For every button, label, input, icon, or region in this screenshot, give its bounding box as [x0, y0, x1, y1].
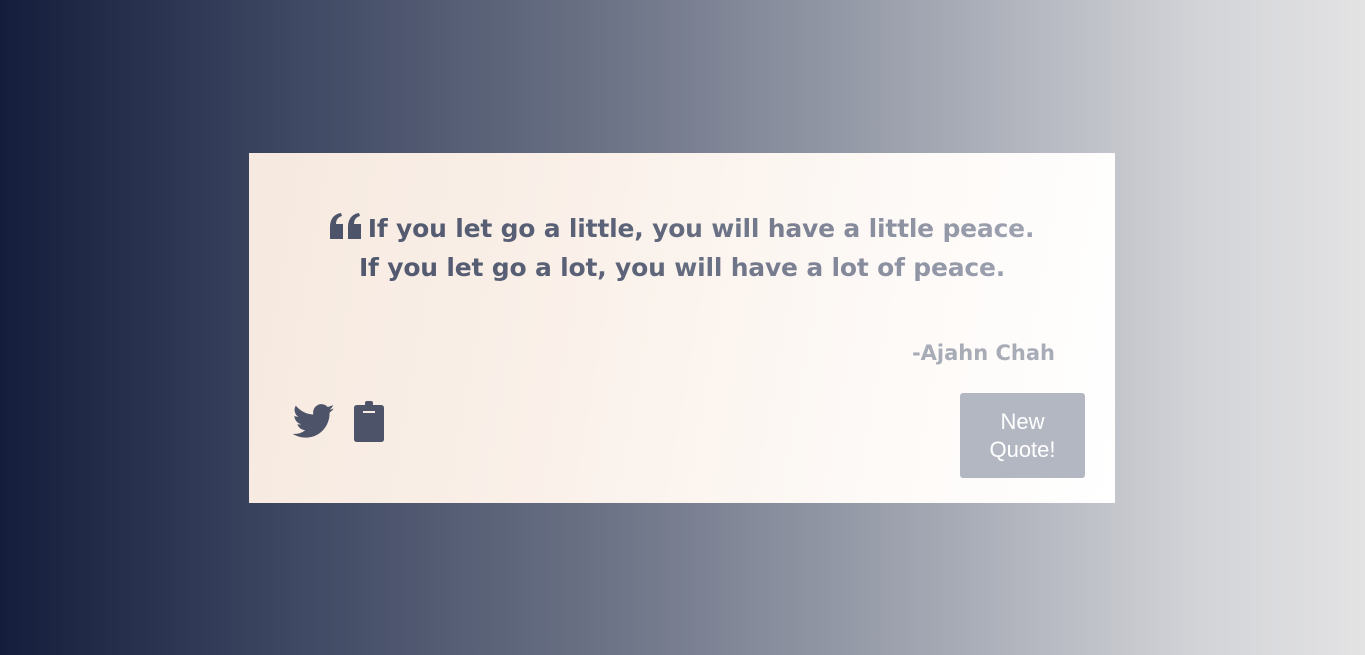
copy-button[interactable] — [353, 400, 385, 442]
quote-author: -Ajahn Chah — [911, 341, 1055, 365]
quote-line-1: If you let go a little, you will have a … — [289, 209, 1075, 248]
clipboard-icon — [353, 400, 385, 442]
quote-card: If you let go a little, you will have a … — [249, 153, 1115, 503]
twitter-icon — [293, 404, 335, 439]
quote-line-1-text: If you let go a little, you will have a … — [367, 214, 1035, 243]
quote-line-2: If you let go a lot, you will have a lot… — [358, 253, 1006, 282]
new-quote-button[interactable]: New Quote! — [960, 393, 1085, 478]
quote-left-icon — [329, 213, 362, 239]
tweet-button[interactable] — [293, 404, 335, 439]
quote-text: If you let go a little, you will have a … — [289, 209, 1075, 287]
